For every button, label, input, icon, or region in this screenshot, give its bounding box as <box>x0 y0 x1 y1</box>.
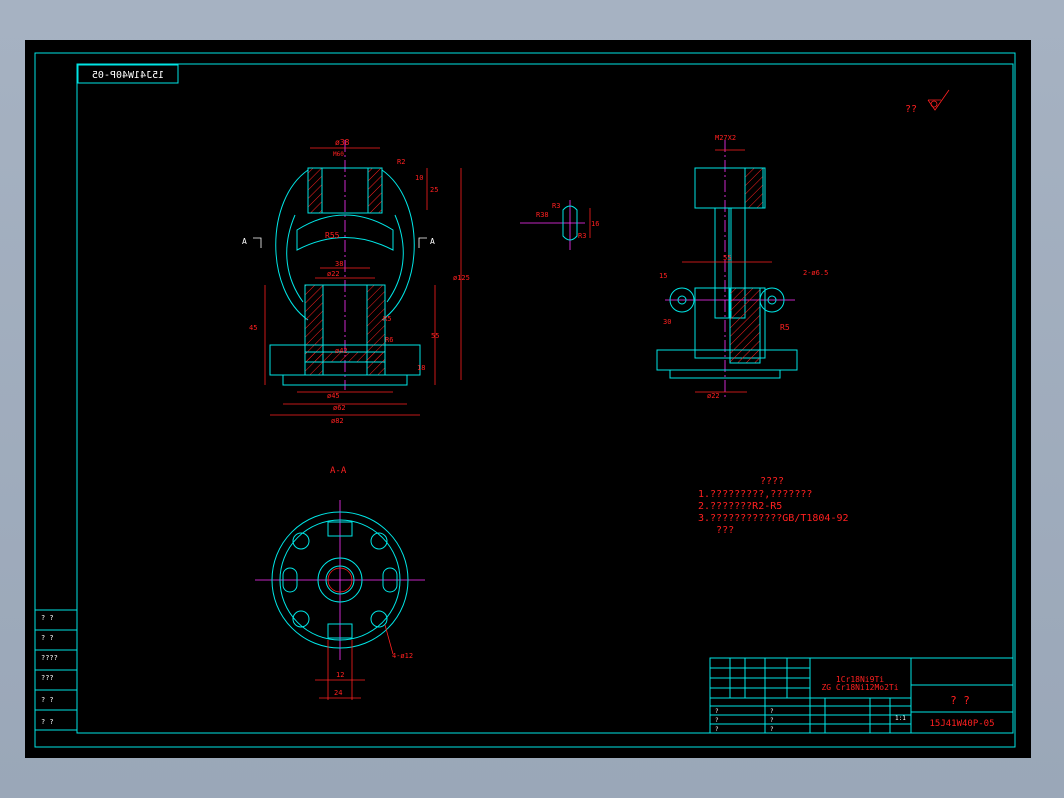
dim-side: M27X2 <box>715 134 736 142</box>
dim-front: 25 <box>430 186 438 194</box>
dim-side: 2-ø6.5 <box>803 269 828 277</box>
dim-front: R2 <box>397 158 405 166</box>
scale: 1:1 <box>895 715 906 722</box>
part-name: ? ? <box>950 694 970 707</box>
drawing-number: 15J41W40P-05 <box>929 719 994 729</box>
dim-front: R6 <box>385 336 393 344</box>
dim-section: 4-ø12 <box>392 652 413 660</box>
inner-border <box>76 63 1014 734</box>
detail-view: R3 R38 16 R3 <box>520 200 599 250</box>
tech-line: 3.????????????GB/T1804-92 <box>698 513 849 524</box>
dim-front: 45 <box>249 324 257 332</box>
front-view: ø38 M60 R2 10 25 R55 38 ø22 ø125 45 55 R… <box>242 138 470 425</box>
margin-label: ? ? <box>41 614 54 622</box>
dim-side: 55 <box>723 254 731 262</box>
margin-label: ? ? <box>41 718 54 726</box>
margin-label: ? ? <box>41 634 54 642</box>
dim-front: ø38 <box>335 138 350 147</box>
dim-detail: 16 <box>591 220 599 228</box>
title-cell: ? <box>715 717 719 724</box>
dim-side: R5 <box>780 323 790 332</box>
dim-section: 24 <box>334 689 342 697</box>
title-cell: ? <box>770 708 774 715</box>
material-line2: ZG Cr18Ni12Mo2Ti <box>821 683 898 692</box>
dim-detail: R38 <box>536 211 549 219</box>
title-cell: ? <box>770 717 774 724</box>
margin-label: ???? <box>41 654 58 662</box>
dim-front: 55 <box>431 332 439 340</box>
side-view: M27X2 55 2-ø6.5 R5 30 ø22 15 <box>656 134 828 400</box>
dim-front: ø125 <box>453 274 470 282</box>
dim-front: ø45 <box>327 392 340 400</box>
dim-front: ø22 <box>327 270 340 278</box>
left-margin-table: ? ? ? ? ???? ??? ? ? ? ? <box>35 609 77 731</box>
dim-front: 38 <box>335 260 343 268</box>
roughness-symbol-icon <box>927 89 950 111</box>
cad-drawing: 15J41W40P-05 ?? ? ? ? ? ???? ??? ? ? ? ? <box>34 52 1016 748</box>
outer-border <box>34 52 1016 748</box>
dim-front: ø82 <box>331 417 344 425</box>
roughness-note: ?? <box>905 104 917 115</box>
section-title: A-A <box>330 466 347 476</box>
tech-line: ??? <box>698 525 734 536</box>
dim-front: R5 <box>383 315 391 323</box>
title-cell: ? <box>770 726 774 733</box>
title-block: 1Cr18Ni9Ti ZG Cr18Ni12Mo2Ti ? ? 1:1 15J4… <box>709 657 1014 734</box>
dim-detail: R3 <box>552 202 560 210</box>
dim-side: 15 <box>659 272 667 280</box>
section-mark: A <box>242 237 247 246</box>
dim-side: 30 <box>663 318 671 326</box>
dim-section: 12 <box>336 671 344 679</box>
section-mark: A <box>430 237 435 246</box>
drawing-viewport[interactable]: 15J41W40P-05 ?? ? ? ? ? ???? ??? ? ? ? ? <box>25 40 1031 758</box>
dim-front: 10 <box>415 174 423 182</box>
section-view: A-A 12 24 4-ø12 <box>255 466 425 700</box>
dim-front: ø42 <box>335 347 348 355</box>
margin-label: ??? <box>41 674 54 682</box>
title-cell: ? <box>715 726 719 733</box>
technical-requirements: ???? 1.?????????,??????? 2.???????R2-R5 … <box>698 476 849 536</box>
dim-front: 18 <box>417 364 425 372</box>
tech-heading: ???? <box>760 476 784 487</box>
dim-side: ø22 <box>707 392 720 400</box>
dim-front: ø62 <box>333 404 346 412</box>
title-cell: ? <box>715 708 719 715</box>
dim-detail: R3 <box>578 232 586 240</box>
mirror-drawing-number: 15J41W40P-05 <box>92 70 164 81</box>
tech-line: 2.???????R2-R5 <box>698 501 782 512</box>
tech-line: 1.?????????,??????? <box>698 489 812 500</box>
dim-front: R55 <box>325 231 340 240</box>
margin-label: ? ? <box>41 696 54 704</box>
dim-front: M60 <box>333 151 344 158</box>
